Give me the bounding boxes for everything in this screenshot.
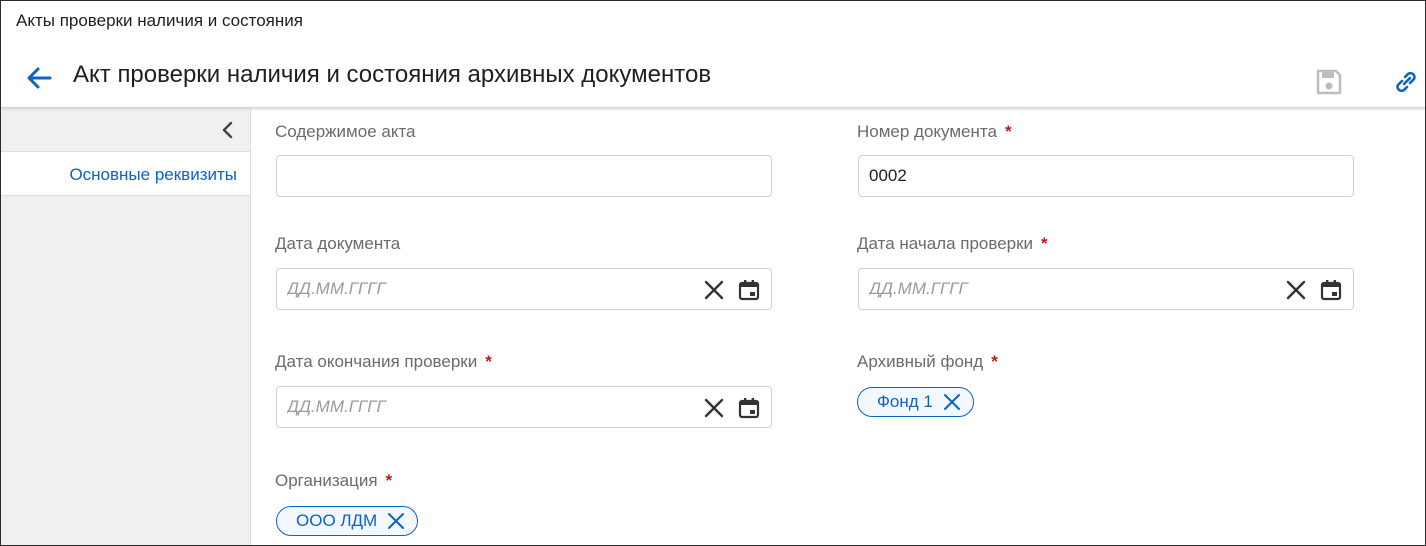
- close-icon[interactable]: [387, 512, 405, 530]
- check-end-label-text: Дата окончания проверки: [275, 352, 478, 371]
- doc-date-label: Дата документа: [275, 234, 400, 254]
- close-icon[interactable]: [943, 393, 961, 411]
- required-mark: *: [485, 352, 492, 371]
- doc-date-input[interactable]: [287, 269, 687, 309]
- required-mark: *: [1004, 122, 1012, 141]
- sidebar-item-main-details[interactable]: Основные реквизиты: [1, 151, 250, 196]
- check-end-label: Дата окончания проверки *: [275, 352, 492, 372]
- sidebar-item-label: Основные реквизиты: [69, 165, 237, 184]
- content-field[interactable]: [276, 155, 772, 197]
- check-start-input[interactable]: [869, 269, 1269, 309]
- check-end-input[interactable]: [287, 387, 687, 427]
- calendar-icon[interactable]: [737, 396, 761, 420]
- doc-number-field[interactable]: [858, 155, 1354, 197]
- header-divider: [1, 107, 1425, 111]
- organization-chip[interactable]: ООО ЛДМ: [276, 506, 419, 536]
- organization-label-text: Организация: [275, 471, 378, 490]
- save-icon[interactable]: [1314, 67, 1344, 97]
- doc-number-label-text: Номер документа: [857, 122, 997, 141]
- doc-date-field[interactable]: [276, 268, 772, 310]
- doc-number-label: Номер документа *: [857, 122, 1012, 142]
- fund-chip-label: Фонд 1: [877, 392, 933, 411]
- calendar-icon[interactable]: [737, 278, 761, 302]
- content-label-text: Содержимое акта: [275, 122, 416, 141]
- organization-label: Организация *: [275, 471, 392, 491]
- doc-date-label-text: Дата документа: [275, 234, 401, 253]
- fund-label: Архивный фонд *: [857, 352, 998, 372]
- required-mark: *: [385, 471, 393, 490]
- check-start-label: Дата начала проверки *: [857, 234, 1048, 254]
- close-icon[interactable]: [703, 279, 725, 301]
- calendar-icon[interactable]: [1319, 278, 1343, 302]
- content-input[interactable]: [287, 156, 687, 196]
- app-window: Акты проверки наличия и состояния Акт пр…: [0, 0, 1426, 546]
- chevron-left-icon[interactable]: [217, 119, 239, 141]
- organization-chip-label: ООО ЛДМ: [296, 511, 378, 530]
- check-start-label-text: Дата начала проверки: [857, 234, 1034, 253]
- link-icon[interactable]: [1391, 67, 1421, 97]
- check-start-field[interactable]: [858, 268, 1354, 310]
- page-title: Акт проверки наличия и состояния архивны…: [73, 61, 712, 88]
- arrow-left-icon[interactable]: [24, 63, 54, 93]
- doc-number-input[interactable]: [869, 156, 1269, 196]
- required-mark: *: [991, 352, 998, 371]
- required-mark: *: [1041, 234, 1048, 253]
- fund-chip[interactable]: Фонд 1: [857, 387, 974, 417]
- close-icon[interactable]: [703, 397, 725, 419]
- close-icon[interactable]: [1285, 279, 1307, 301]
- content-label: Содержимое акта: [275, 122, 416, 142]
- breadcrumb[interactable]: Акты проверки наличия и состояния: [16, 11, 303, 31]
- fund-label-text: Архивный фонд: [857, 352, 984, 371]
- sidebar: Основные реквизиты: [1, 107, 251, 545]
- check-end-field[interactable]: [276, 386, 772, 428]
